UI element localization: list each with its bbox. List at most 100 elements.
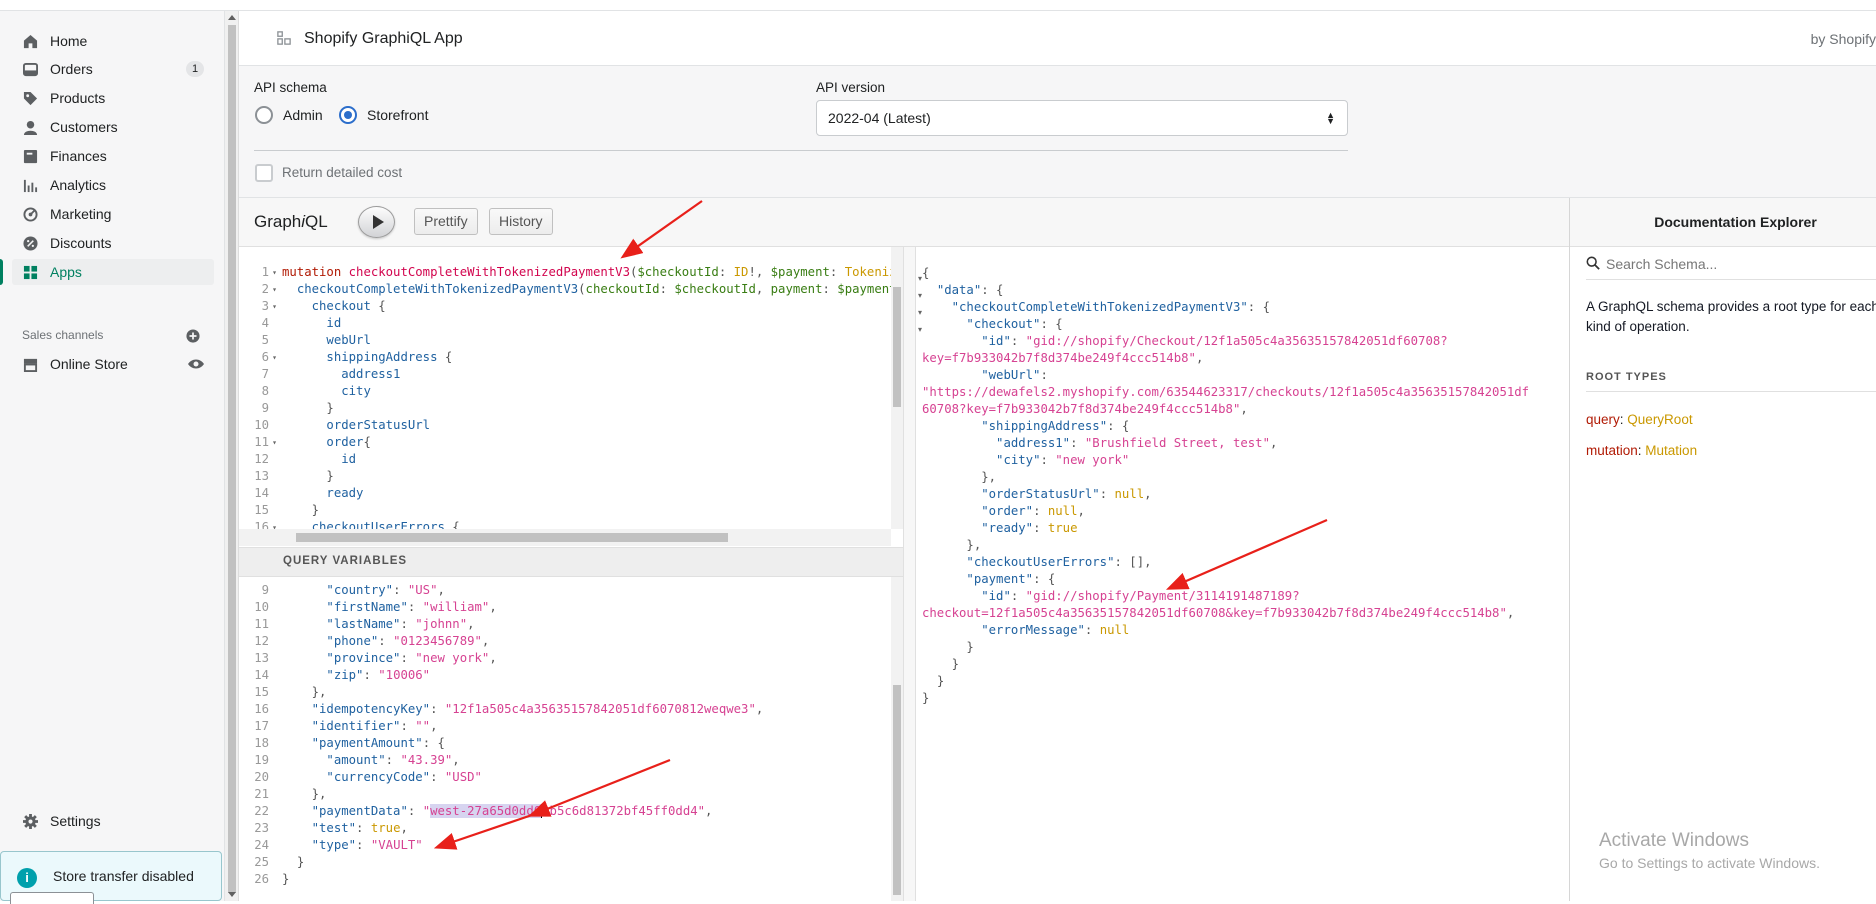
scrollbar-thumb[interactable]	[893, 287, 901, 407]
sidebar-item-label: Home	[50, 33, 88, 49]
sidebar-item-label: Customers	[50, 119, 118, 135]
mutation-type-link[interactable]: Mutation	[1645, 443, 1697, 458]
top-bar	[0, 0, 1876, 11]
line-numbers: 1 ▾ 2 ▾ 3 ▾ 4 5 6 ▾ 7 8 9 10 11 ▾ 12 13 14 15 16 ▾	[254, 265, 277, 534]
app-header: Shopify GraphiQL App by Shopify	[239, 11, 1876, 66]
activate-windows-title: Activate Windows	[1599, 830, 1749, 851]
sidebar-scrollbar[interactable]	[225, 11, 239, 901]
graphiql-logo: GraphiQL	[254, 212, 328, 232]
sidebar-item-label: Settings	[50, 813, 101, 829]
store-icon	[22, 356, 38, 372]
activate-windows-subtitle: Go to Settings to activate Windows.	[1599, 855, 1820, 871]
sidebar-item-settings[interactable]: Settings	[12, 808, 214, 834]
plus-circle-icon	[186, 329, 200, 343]
result-viewer: ▾ ▾ ▾ ▾ { "data": { "checkoutCompleteWithTo…	[916, 247, 1569, 901]
sidebar-item-analytics[interactable]: Analytics	[12, 172, 214, 198]
sidebar-item-discounts[interactable]: Discounts	[12, 230, 214, 256]
sidebar-item-label: Orders	[50, 61, 93, 77]
sidebar-item-customers[interactable]: Customers	[12, 114, 214, 140]
doc-description: A GraphQL schema provides a root type fo…	[1586, 297, 1876, 337]
variables-vertical-scrollbar[interactable]	[891, 577, 903, 901]
sidebar-item-label: Online Store	[50, 356, 128, 372]
radio-storefront-label[interactable]: Storefront	[367, 107, 428, 123]
api-version-label: API version	[816, 80, 886, 95]
query-code[interactable]: mutation checkoutCompleteWithTokenizedPa…	[282, 264, 892, 536]
select-caret-icon: ▲ ▼	[1326, 110, 1335, 126]
return-cost-label[interactable]: Return detailed cost	[282, 165, 402, 180]
gear-icon	[22, 813, 38, 829]
sidebar-item-finances[interactable]: Finances	[12, 143, 214, 169]
orders-count-badge: 1	[186, 61, 204, 77]
query-editor[interactable]: 1 ▾ 2 ▾ 3 ▾ 4 5 6 ▾ 7 8 9 10 11 ▾ 12 13 14 15 16 ▾ mutation c…	[239, 247, 903, 547]
analytics-icon	[22, 177, 38, 193]
query-root-type-link[interactable]: QueryRoot	[1627, 412, 1692, 427]
tag-icon	[22, 90, 38, 106]
return-cost-checkbox[interactable]	[255, 164, 273, 182]
radio-storefront[interactable]	[339, 106, 357, 124]
api-settings: API schema Admin Storefront API version …	[239, 66, 1876, 198]
scroll-down-icon[interactable]	[228, 892, 236, 897]
execute-query-button[interactable]	[358, 206, 395, 238]
person-icon	[22, 119, 38, 135]
app-grid-icon	[277, 31, 293, 47]
add-sales-channel-button[interactable]	[186, 329, 200, 345]
logo-part: QL	[305, 212, 328, 231]
sidebar-item-label: Analytics	[50, 177, 107, 193]
sidebar-item-marketing[interactable]: Marketing	[12, 201, 214, 227]
home-icon	[22, 33, 38, 49]
sales-channels-label: Sales channels	[22, 328, 104, 342]
eye-icon[interactable]	[188, 356, 204, 375]
sidebar-item-apps[interactable]: Apps	[0, 259, 214, 285]
result-code: { "data": { "checkoutCompleteWithTokeniz…	[922, 266, 1530, 705]
history-button[interactable]: History	[489, 208, 553, 235]
query-variables-header[interactable]: QUERY VARIABLES	[239, 547, 903, 577]
api-version-select[interactable]: 2022-04 (Latest) ▲ ▼	[816, 100, 1348, 136]
api-version-value: 2022-04 (Latest)	[828, 110, 931, 126]
sidebar-item-home[interactable]: Home	[12, 28, 214, 54]
orders-icon	[22, 61, 38, 77]
notice-action-button[interactable]	[10, 892, 94, 904]
line-numbers: 9 10 11 12 13 14 15 16 17 18 19 20 21 22 23 24 25 26	[254, 583, 269, 886]
sidebar-item-label: Discounts	[50, 235, 112, 251]
graphiql-toolbar: GraphiQL Prettify History	[239, 198, 1569, 247]
sidebar-item-products[interactable]: Products	[12, 85, 214, 111]
marketing-icon	[22, 206, 38, 222]
doc-root-mutation: mutation: Mutation	[1586, 443, 1698, 458]
scrollbar-thumb[interactable]	[296, 533, 728, 542]
radio-admin[interactable]	[255, 106, 273, 124]
variables-editor[interactable]: 9 10 11 12 13 14 15 16 17 18 19 20 21 22 23 24 25 26 "cou…	[239, 577, 903, 901]
root-types-label: ROOT TYPES	[1586, 371, 1876, 392]
info-icon: i	[17, 868, 37, 888]
sidebar-item-label: Products	[50, 90, 106, 106]
app-author: by Shopify	[1810, 31, 1876, 47]
scrollbar-thumb[interactable]	[893, 685, 901, 895]
doc-explorer-title: Documentation Explorer	[1570, 198, 1876, 247]
doc-search-placeholder: Search Schema...	[1606, 256, 1718, 272]
sidebar-item-label: Finances	[50, 148, 107, 164]
divider	[254, 150, 1348, 151]
editor-result-divider[interactable]	[903, 247, 916, 901]
doc-root-query: query: QueryRoot	[1586, 412, 1693, 427]
logo-part: Graph	[254, 212, 302, 231]
finances-icon	[22, 148, 38, 164]
scrollbar-thumb[interactable]	[228, 25, 236, 893]
radio-admin-label[interactable]: Admin	[283, 107, 323, 123]
editor-vertical-scrollbar[interactable]	[891, 247, 903, 529]
sidebar-item-label: Marketing	[50, 206, 112, 222]
doc-desc-line: kind of operation.	[1586, 319, 1690, 334]
variables-code[interactable]: "country": "US", "firstName": "william",…	[282, 582, 892, 888]
search-icon	[1586, 256, 1602, 272]
app-title: Shopify GraphiQL App	[304, 30, 463, 47]
api-schema-label: API schema	[254, 80, 327, 95]
field-name: query	[1586, 412, 1620, 427]
prettify-button[interactable]: Prettify	[414, 208, 478, 235]
sidebar-item-online-store[interactable]: Online Store	[12, 351, 214, 377]
editor-horizontal-scrollbar[interactable]	[239, 529, 891, 546]
doc-desc-line: A GraphQL schema provides a root type fo…	[1586, 299, 1876, 314]
sidebar-item-orders[interactable]: Orders 1	[12, 56, 214, 82]
scroll-up-icon[interactable]	[228, 15, 236, 20]
documentation-explorer: Documentation Explorer Search Schema... …	[1569, 198, 1876, 901]
doc-search-input[interactable]: Search Schema...	[1586, 252, 1876, 280]
field-name: mutation	[1586, 443, 1638, 458]
sidebar: Home Orders 1 Products Customers Finance…	[0, 11, 225, 901]
